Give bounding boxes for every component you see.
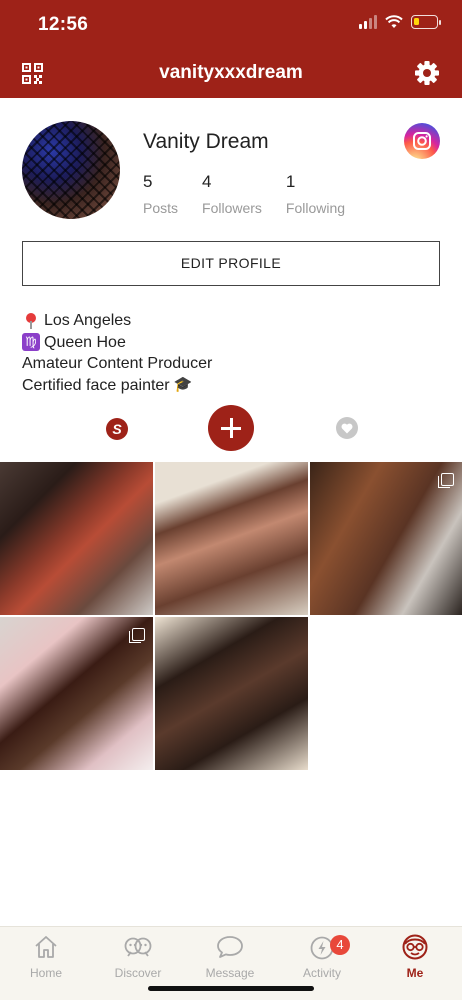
tab-me[interactable]: Me	[375, 933, 455, 980]
tab-label: Activity	[302, 966, 341, 980]
bio-text: Los Angeles	[44, 312, 132, 329]
edit-profile-button[interactable]: EDIT PROFILE	[22, 241, 440, 286]
tab-discover[interactable]: Discover	[98, 933, 178, 980]
stat-value: 5	[143, 172, 153, 191]
wifi-icon	[385, 15, 403, 28]
tab-activity[interactable]: 4 Activity	[282, 933, 362, 980]
multiple-images-icon	[438, 473, 454, 488]
tab-label: Discover	[114, 966, 162, 980]
stat-followers[interactable]: 4 Followers	[202, 172, 262, 216]
bio-text: Amateur Content Producer	[22, 355, 213, 372]
profile-bio: Los Angeles ♍ Queen Hoe Amateur Content …	[22, 310, 212, 396]
instagram-icon[interactable]	[404, 123, 440, 159]
bio-line: Amateur Content Producer	[22, 353, 212, 375]
bio-line: ♍ Queen Hoe	[22, 332, 212, 354]
profile-username-title: vanityxxxdream	[159, 62, 303, 83]
battery-icon	[411, 15, 441, 29]
virgo-icon: ♍	[22, 333, 40, 352]
tab-label: Home	[29, 966, 62, 980]
signal-icon	[359, 15, 377, 29]
activity-badge: 4	[330, 935, 350, 955]
home-icon	[35, 936, 57, 958]
multiple-images-icon	[129, 628, 145, 643]
status-icons	[359, 15, 441, 29]
bio-text: Queen Hoe	[44, 333, 126, 351]
stat-value: 4	[202, 172, 212, 191]
bio-line: Los Angeles	[22, 310, 212, 332]
posts-tab-icon[interactable]: S	[106, 418, 128, 440]
avatar[interactable]	[22, 121, 120, 219]
post-thumbnail[interactable]	[155, 617, 308, 770]
stat-label: Followers	[202, 200, 262, 216]
post-thumbnail[interactable]	[0, 617, 153, 770]
post-thumbnail[interactable]	[0, 462, 153, 615]
stat-value: 1	[285, 172, 296, 191]
profile-stats: 5 Posts 4 Followers 1 Following	[143, 172, 369, 216]
add-post-button[interactable]	[208, 405, 254, 451]
home-indicator	[148, 986, 314, 991]
post-thumbnail[interactable]	[310, 462, 462, 615]
top-bar: 12:56 vanityxxxdream	[0, 0, 462, 98]
post-thumbnail[interactable]	[155, 462, 308, 615]
display-name: Vanity Dream	[143, 130, 269, 153]
stat-following[interactable]: 1 Following	[286, 172, 345, 216]
bio-line: Certified face painter 🎓	[22, 375, 212, 397]
tab-label: Me	[406, 966, 424, 980]
discover-icon	[124, 937, 152, 957]
gear-icon[interactable]	[414, 60, 440, 86]
me-icon	[402, 934, 428, 960]
pin-icon	[22, 312, 40, 330]
stat-label: Following	[285, 200, 346, 216]
tab-home[interactable]: Home	[6, 933, 86, 980]
bio-text: Certified face painter	[22, 376, 170, 394]
stat-label: Posts	[143, 200, 179, 216]
stat-posts[interactable]: 5 Posts	[143, 172, 178, 216]
graduate-icon: 🎓	[173, 376, 193, 394]
tab-message[interactable]: Message	[190, 933, 270, 980]
tab-label: Message	[205, 966, 255, 980]
liked-tab-heart-icon[interactable]	[336, 417, 358, 439]
status-time: 12:56	[38, 14, 89, 35]
message-icon	[217, 936, 243, 958]
